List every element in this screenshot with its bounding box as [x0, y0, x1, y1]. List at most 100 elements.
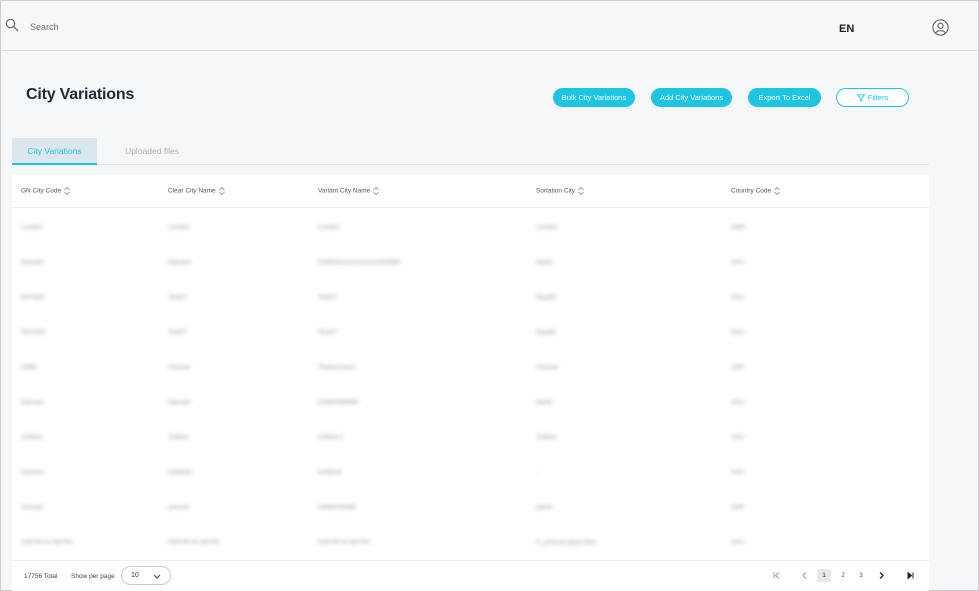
- cell-variant-city-name: Test07: [318, 329, 338, 336]
- last-page-icon: [907, 571, 913, 580]
- sort-icon[interactable]: [373, 186, 380, 196]
- city-variations-table: GN City Code Clear City Name Variant Cit…: [12, 175, 929, 560]
- page-title: City Variations: [26, 86, 135, 103]
- cell-clear-city-name: Test07: [168, 294, 188, 301]
- table-row[interactable]: Damam Damam DAMAMMMM damb SAU: [12, 385, 929, 420]
- cell-clear-city-name: HAFAR AL BATIN: [168, 539, 220, 546]
- sort-icon[interactable]: [218, 186, 225, 196]
- column-header-clear-city-name[interactable]: Clear City Name: [168, 186, 225, 196]
- table-row[interactable]: Damam Damam DAMAmmmmmmmmDAMM damb SAU: [12, 245, 929, 280]
- per-page-select[interactable]: 10: [121, 566, 171, 585]
- table-row[interactable]: London London London London GBR: [12, 210, 929, 245]
- sort-icon[interactable]: [578, 186, 584, 196]
- cell-country-code: SAU: [731, 539, 745, 546]
- table-header: GN City Code Clear City Name Variant Cit…: [12, 175, 929, 208]
- previous-page-button[interactable]: [797, 569, 811, 582]
- cell-gn-city-code: Damam: [21, 469, 44, 476]
- chevron-down-icon: [153, 574, 161, 579]
- sort-icon[interactable]: [774, 186, 780, 196]
- cell-country-code: SAU: [731, 399, 745, 406]
- cell-sortation-city: damb: [536, 259, 553, 266]
- cell-gn-city-code: Damam: [21, 399, 44, 406]
- chevron-right-icon: [879, 572, 884, 579]
- cell-sortation-city: London: [536, 224, 558, 231]
- cell-variant-city-name: Testamman2: [318, 364, 356, 371]
- add-city-variations-button[interactable]: Add City Variations: [651, 88, 732, 107]
- cell-variant-city-name: AMMANNNB: [318, 504, 356, 511]
- per-page-value: 10: [131, 572, 139, 579]
- table-footer: 17756 Total Show per page 10 1 2 3: [12, 560, 929, 591]
- cell-sortation-city: damb: [536, 504, 553, 511]
- cell-country-code: SAU: [731, 294, 745, 301]
- cell-gn-city-code: RIYADH: [21, 329, 46, 336]
- page-button-2[interactable]: 2: [836, 569, 850, 582]
- cell-gn-city-code: HAFAR AL BATIN: [21, 539, 73, 546]
- first-page-button[interactable]: [769, 569, 783, 582]
- table-row[interactable]: HAFAR AL BATIN HAFAR AL BATIN HAFAR AL B…: [12, 525, 929, 560]
- language-selector[interactable]: EN: [839, 23, 854, 35]
- cell-country-code: SAU: [731, 259, 745, 266]
- cell-country-code: SAU: [731, 434, 745, 441]
- cell-variant-city-name: DAMAN: [318, 469, 342, 476]
- table-row[interactable]: JUBAIL JUBAIL JUBAIL1 JUBAIL SAU: [12, 420, 929, 455]
- cell-gn-city-code: Damam: [21, 259, 44, 266]
- cell-clear-city-name: JUBAIL: [168, 434, 191, 441]
- column-header-sortation-city[interactable]: Sortation City: [536, 186, 584, 196]
- last-page-button[interactable]: [903, 569, 917, 582]
- bulk-city-variations-button[interactable]: Bulk City Variations: [553, 88, 635, 107]
- first-page-icon: [773, 572, 779, 579]
- page-button-1[interactable]: 1: [817, 569, 831, 582]
- cell-clear-city-name: amman: [168, 504, 190, 511]
- cell-sortation-city: Riyadh: [536, 329, 557, 336]
- cell-country-code: JOR: [731, 364, 744, 371]
- tab-bar: City Variations Uploaded files: [12, 138, 929, 165]
- cell-gn-city-code: RIYADH: [21, 294, 46, 301]
- cell-variant-city-name: HAFAR AL BATIN: [318, 539, 370, 546]
- cell-clear-city-name: Amman: [168, 364, 191, 371]
- next-page-button[interactable]: [874, 569, 888, 582]
- sort-icon[interactable]: [64, 186, 70, 196]
- cell-gn-city-code: JUBAIL: [21, 434, 44, 441]
- table-row[interactable]: Amman amman AMMANNNB damb JOR: [12, 490, 929, 525]
- cell-variant-city-name: JUBAIL1: [318, 434, 344, 441]
- cell-variant-city-name: Test07: [318, 294, 338, 301]
- cell-gn-city-code: AMM: [21, 364, 37, 371]
- cell-sortation-city: JUBAIL: [536, 434, 559, 441]
- cell-sortation-city: Riyadh: [536, 294, 557, 301]
- cell-clear-city-name: Damam: [168, 399, 191, 406]
- column-header-country-code[interactable]: Country Code: [731, 186, 780, 196]
- tab-city-variations[interactable]: City Variations: [12, 138, 97, 165]
- search-input[interactable]: [30, 18, 430, 36]
- table-row[interactable]: AMM Amman Testamman2 Amman JOR: [12, 350, 929, 385]
- column-header-gn-city-code[interactable]: GN City Code: [21, 186, 70, 196]
- filters-label: Filters: [867, 93, 889, 102]
- cell-clear-city-name: London: [168, 224, 190, 231]
- page-button-3[interactable]: 3: [854, 569, 868, 582]
- cell-variant-city-name: London: [318, 224, 340, 231]
- table-row[interactable]: RIYADH Test07 Test07 Riyadh SAU: [12, 315, 929, 350]
- per-page-label: Show per page: [71, 573, 115, 580]
- cell-variant-city-name: DAMAMMMM: [318, 399, 359, 406]
- cell-country-code: JOR: [731, 504, 744, 511]
- cell-variant-city-name: DAMAmmmmmmmmDAMM: [318, 259, 400, 266]
- total-count: 17756 Total: [24, 573, 58, 580]
- cell-clear-city-name: Test07: [168, 329, 188, 336]
- export-to-excel-button[interactable]: Export To Excel: [748, 88, 821, 107]
- filter-icon: [856, 94, 866, 102]
- table-row[interactable]: Damam DAMAN DAMAN - SAU: [12, 455, 929, 490]
- filters-button[interactable]: Filters: [836, 88, 909, 107]
- cell-gn-city-code: London: [21, 224, 43, 231]
- tab-uploaded-files[interactable]: Uploaded files: [97, 138, 207, 165]
- cell-country-code: SAU: [731, 469, 745, 476]
- cell-country-code: GBR: [731, 224, 746, 231]
- table-row[interactable]: RIYADH Test07 Test07 Riyadh SAU: [12, 280, 929, 315]
- search-icon[interactable]: [5, 18, 19, 32]
- user-profile-icon[interactable]: [932, 19, 949, 36]
- app-frame: EN City Variations Bulk City Variations …: [0, 0, 979, 591]
- cell-clear-city-name: DAMAN: [168, 469, 192, 476]
- cell-gn-city-code: Amman: [21, 504, 44, 511]
- cell-country-code: SAU: [731, 329, 745, 336]
- column-header-variant-city-name[interactable]: Variant City Name: [318, 186, 380, 196]
- top-bar: EN: [2, 2, 978, 51]
- chevron-left-icon: [801, 572, 806, 579]
